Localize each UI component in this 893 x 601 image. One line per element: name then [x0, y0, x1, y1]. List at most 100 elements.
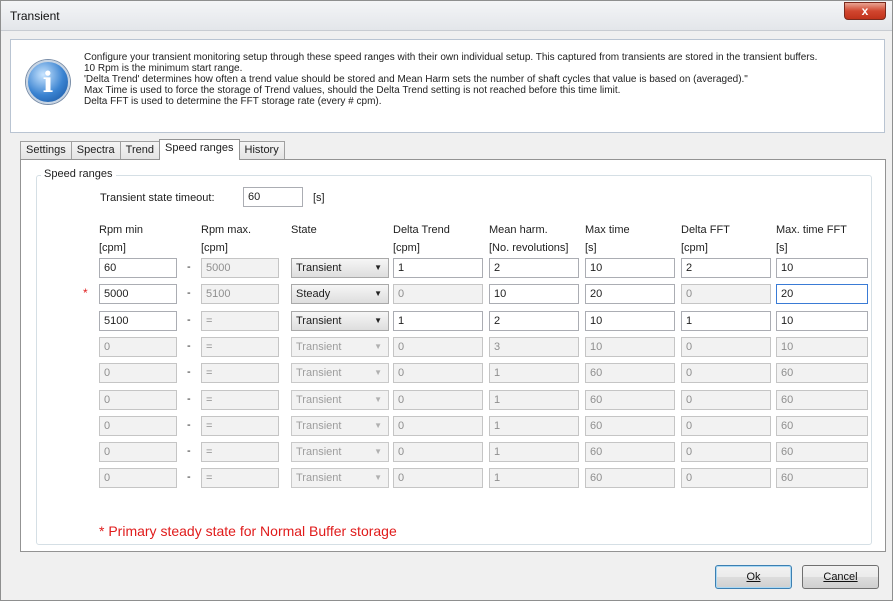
column-unit-rpm-max: [cpm] — [201, 242, 228, 254]
primary-marker: * — [83, 286, 88, 301]
delta-fft-input: 0 — [681, 468, 771, 489]
tab-spectra[interactable]: Spectra — [70, 141, 121, 160]
footnote: * Primary steady state for Normal Buffer… — [99, 523, 397, 539]
max-time-input[interactable]: 20 — [585, 284, 675, 305]
max-time-fft-input: 10 — [776, 336, 868, 357]
rpm-max-input: 5000 — [201, 258, 279, 278]
max-time-input[interactable]: 10 — [585, 258, 675, 278]
tab-trend[interactable]: Trend — [119, 141, 160, 160]
info-line: Max Time is used to force the storage of… — [84, 85, 621, 96]
column-header-state: State — [291, 224, 317, 236]
mean-harm-input: 1 — [489, 442, 579, 463]
ok-button[interactable]: Ok — [715, 565, 792, 589]
column-unit-rpm-min: [cpm] — [99, 242, 126, 254]
column-header-mean-harm: Mean harm. — [489, 224, 548, 236]
max-time-fft-input[interactable]: 10 — [776, 258, 868, 278]
max-time-input: 60 — [585, 442, 675, 463]
rpm-max-input: = — [201, 310, 279, 331]
speed-ranges-panel: Speed ranges Transient state timeout: 60… — [20, 159, 886, 552]
cancel-button[interactable]: Cancel — [802, 565, 879, 589]
close-button[interactable]: x — [844, 2, 886, 20]
dropdown-arrow-icon: ▼ — [374, 341, 382, 351]
mean-harm-input[interactable]: 10 — [489, 284, 579, 305]
range-dash: - — [187, 418, 191, 431]
delta-fft-input: 0 — [681, 442, 771, 463]
state-dropdown[interactable]: Transient ▼ — [291, 310, 389, 331]
range-dash: - — [187, 445, 191, 458]
state-value: Steady — [296, 288, 331, 301]
delta-fft-input[interactable]: 2 — [681, 258, 771, 278]
rpm-min-input[interactable]: 60 — [99, 258, 177, 278]
column-unit-delta-fft: [cpm] — [681, 242, 708, 254]
mean-harm-input[interactable]: 2 — [489, 258, 579, 278]
max-time-input: 60 — [585, 389, 675, 410]
delta-fft-input[interactable]: 1 — [681, 310, 771, 331]
column-header-rpm-min: Rpm min — [99, 224, 144, 236]
max-time-fft-input[interactable]: 20 — [776, 284, 868, 305]
dropdown-arrow-icon: ▼ — [374, 447, 382, 457]
delta-trend-input[interactable]: 1 — [393, 310, 483, 331]
dropdown-arrow-icon: ▼ — [374, 289, 382, 299]
delta-trend-input: 0 — [393, 336, 483, 357]
rpm-max-input: = — [201, 442, 279, 463]
rpm-min-input: 0 — [99, 442, 177, 463]
mean-harm-input: 1 — [489, 363, 579, 384]
dropdown-arrow-icon: ▼ — [374, 368, 382, 378]
timeout-label: Transient state timeout: — [100, 192, 215, 204]
tab-settings[interactable]: Settings — [20, 141, 72, 160]
state-dropdown: Transient ▼ — [291, 363, 389, 384]
mean-harm-input: 1 — [489, 389, 579, 410]
range-dash: - — [187, 392, 191, 405]
delta-trend-input: 0 — [393, 442, 483, 463]
state-dropdown[interactable]: Steady ▼ — [291, 284, 389, 305]
rpm-min-input[interactable]: 5000 — [99, 284, 177, 305]
column-header-max-time: Max time — [585, 224, 630, 236]
tab-speed-ranges[interactable]: Speed ranges — [159, 139, 240, 160]
state-dropdown[interactable]: Transient ▼ — [291, 258, 389, 278]
mean-harm-input[interactable]: 2 — [489, 310, 579, 331]
info-line: Configure your transient monitoring setu… — [84, 52, 818, 63]
state-dropdown: Transient ▼ — [291, 468, 389, 489]
max-time-fft-input: 60 — [776, 442, 868, 463]
timeout-input[interactable]: 60 — [243, 187, 303, 207]
max-time-input: 60 — [585, 415, 675, 436]
delta-fft-input: 0 — [681, 389, 771, 410]
state-dropdown: Transient ▼ — [291, 389, 389, 410]
state-value: Transient — [296, 419, 342, 432]
range-dash: - — [187, 471, 191, 484]
column-header-rpm-max: Rpm max. — [201, 224, 252, 236]
range-dash: - — [187, 366, 191, 379]
delta-trend-input: 0 — [393, 415, 483, 436]
state-value: Transient — [296, 262, 342, 274]
state-value: Transient — [296, 393, 342, 406]
rpm-max-input: = — [201, 468, 279, 489]
delta-trend-input[interactable]: 1 — [393, 258, 483, 278]
cancel-button-label: Cancel — [823, 571, 858, 583]
delta-fft-input: 0 — [681, 284, 771, 305]
max-time-fft-input: 60 — [776, 468, 868, 489]
range-dash: - — [187, 261, 191, 273]
delta-trend-input: 0 — [393, 389, 483, 410]
info-line: 10 Rpm is the minimum start range. — [84, 63, 243, 74]
tab-strip: Settings Spectra Trend Speed ranges Hist… — [20, 139, 285, 160]
column-header-delta-trend: Delta Trend — [393, 224, 450, 236]
range-dash: - — [187, 287, 191, 300]
max-time-input: 60 — [585, 363, 675, 384]
range-dash: - — [187, 339, 191, 352]
delta-trend-input: 0 — [393, 284, 483, 305]
window-title: Transient — [10, 9, 60, 23]
rpm-min-input[interactable]: 5100 — [99, 310, 177, 331]
rpm-min-input: 0 — [99, 468, 177, 489]
max-time-fft-input[interactable]: 10 — [776, 310, 868, 331]
tab-history[interactable]: History — [238, 141, 285, 160]
info-line: 'Delta Trend' determines how often a tre… — [84, 74, 748, 85]
column-header-max-time-fft: Max. time FFT — [776, 224, 847, 236]
delta-trend-input: 0 — [393, 363, 483, 384]
column-unit-mean-harm: [No. revolutions] — [489, 242, 569, 254]
rpm-min-input: 0 — [99, 363, 177, 384]
column-unit-max-time-fft: [s] — [776, 242, 788, 254]
max-time-input[interactable]: 10 — [585, 310, 675, 331]
max-time-fft-input: 60 — [776, 389, 868, 410]
mean-harm-input: 1 — [489, 415, 579, 436]
range-dash: - — [187, 313, 191, 326]
